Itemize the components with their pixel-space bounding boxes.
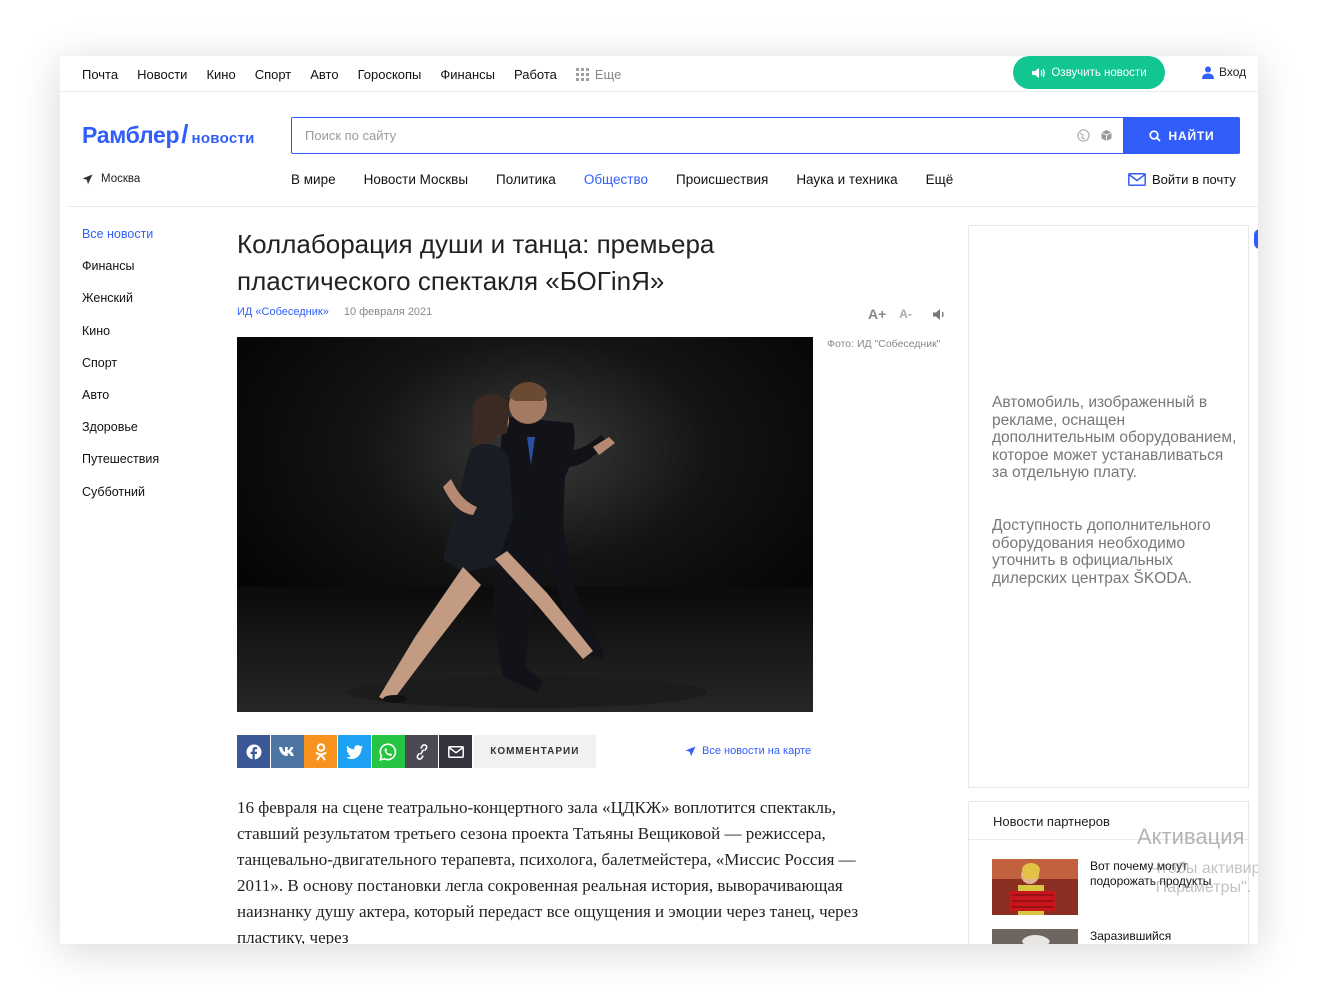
share-twitter-button[interactable] (338, 735, 372, 768)
tab-society[interactable]: Общество (584, 172, 648, 187)
keyboard-icon[interactable] (1100, 129, 1113, 142)
city-selector[interactable]: Москва (82, 173, 140, 185)
sidebar-item-health[interactable]: Здоровье (82, 420, 159, 452)
article-date: 10 февраля 2021 (343, 306, 433, 318)
watermark-line-2: Чтобы активир (1150, 860, 1258, 877)
sidebar-item-sport[interactable]: Спорт (82, 356, 159, 388)
font-decrease-button[interactable]: A- (899, 307, 912, 321)
news-map-label: Все новости на карте (702, 745, 812, 757)
header-divider (68, 206, 1258, 207)
mail-login-link[interactable]: Войти в почту (1128, 172, 1236, 187)
nav-sport[interactable]: Спорт (255, 67, 292, 82)
nav-finance[interactable]: Финансы (440, 67, 495, 82)
nav-jobs[interactable]: Работа (514, 67, 557, 82)
facebook-icon (246, 744, 261, 760)
watermark-line-3: "Параметры". (1150, 879, 1252, 896)
browser-page: Почта Новости Кино Спорт Авто Гороскопы … (60, 56, 1258, 944)
article-title: Коллаборация души и танца: премьера плас… (237, 229, 715, 296)
share-facebook-button[interactable] (237, 735, 270, 768)
voice-news-button[interactable]: Озвучить новости (1013, 56, 1165, 89)
sidebar-item-finance[interactable]: Финансы (82, 259, 159, 291)
search-bar: НАЙТИ (291, 117, 1240, 154)
tab-incidents[interactable]: Происшествия (676, 172, 768, 187)
nav-auto[interactable]: Авто (310, 67, 338, 82)
partner-news-title: Заразившийся (1090, 929, 1172, 943)
news-map-link[interactable]: Все новости на карте (685, 745, 811, 757)
tab-politics[interactable]: Политика (496, 172, 556, 187)
advertisement[interactable]: Автомобиль, изображенный в рекламе, осна… (968, 225, 1249, 788)
tab-science-tech[interactable]: Наука и техника (796, 172, 897, 187)
login-label: Вход (1219, 65, 1247, 79)
tab-more[interactable]: Ещё (926, 172, 954, 187)
sidebar-item-all-news[interactable]: Все новости (82, 227, 159, 259)
odnoklassniki-icon (315, 742, 327, 760)
share-mail-button[interactable] (439, 735, 473, 768)
more-services[interactable]: Еще (575, 66, 622, 82)
photo-credit: Фото: ИД "Собеседник" (827, 338, 941, 350)
activation-watermark-hint: Чтобы активир "Параметры". (1150, 859, 1258, 897)
login-link[interactable]: Вход (1202, 65, 1246, 79)
article-body: 16 февраля на сцене театрально-концертно… (237, 798, 859, 944)
vk-icon (279, 747, 295, 756)
sidebar: Все новости Финансы Женский Кино Спорт А… (82, 227, 159, 517)
share-vk-button[interactable] (270, 735, 304, 768)
location-arrow-icon (82, 174, 93, 184)
share-ok-button[interactable] (304, 735, 338, 768)
logo-main: Рамблер (82, 122, 180, 148)
scroll-indicator[interactable] (1254, 229, 1258, 249)
ad-disclaimer-1: Автомобиль, изображенный в рекламе, осна… (992, 394, 1237, 481)
partner-news-item[interactable]: Заразившийся (992, 929, 1240, 944)
mail-login-label: Войти в почту (1152, 172, 1236, 187)
ad-disclaimer-2: Доступность дополнительного оборудования… (992, 517, 1211, 587)
article-source[interactable]: ИД «Собеседник» (237, 306, 329, 318)
whatsapp-icon (379, 742, 397, 761)
category-nav: В мире Новости Москвы Политика Общество … (291, 172, 981, 187)
nav-cinema[interactable]: Кино (206, 67, 235, 82)
copy-link-button[interactable] (405, 735, 439, 768)
link-icon (416, 743, 428, 760)
listen-speaker-icon[interactable] (932, 308, 947, 321)
nav-horoscopes[interactable]: Гороскопы (358, 67, 422, 82)
comments-button[interactable]: КОММЕНТАРИИ (473, 735, 596, 768)
grid-icon (575, 67, 589, 81)
share-whatsapp-button[interactable] (371, 735, 405, 768)
sidebar-item-saturday[interactable]: Субботний (82, 485, 159, 517)
activation-watermark: Активация (1137, 824, 1245, 849)
search-input[interactable] (292, 118, 1067, 153)
search-button-label: НАЙТИ (1168, 128, 1215, 143)
sidebar-item-womens[interactable]: Женский (82, 291, 159, 323)
more-label: Еще (594, 66, 622, 82)
nav-mail[interactable]: Почта (82, 67, 118, 82)
twitter-icon (346, 744, 364, 759)
sidebar-item-travel[interactable]: Путешествия (82, 452, 159, 484)
search-button[interactable]: НАЙТИ (1123, 117, 1240, 154)
partner-thumbnail (992, 859, 1078, 915)
services-nav: Почта Новости Кино Спорт Авто Гороскопы … (82, 56, 621, 92)
top-bar: Почта Новости Кино Спорт Авто Гороскопы … (60, 56, 1258, 92)
sidebar-item-auto[interactable]: Авто (82, 388, 159, 420)
envelope-icon (1128, 173, 1146, 186)
partner-thumbnail (992, 929, 1078, 944)
font-increase-button[interactable]: A+ (868, 306, 886, 322)
search-icon (1148, 129, 1161, 142)
article-tools: A+ A- (868, 306, 947, 322)
nav-news[interactable]: Новости (137, 67, 187, 82)
article-meta: ИД «Собеседник» 10 февраля 2021 (237, 306, 432, 318)
rambler-news-logo[interactable]: Рамблер / новости (82, 119, 255, 150)
search-extras (1067, 118, 1123, 153)
city-name: Москва (101, 173, 141, 185)
sidebar-item-cinema[interactable]: Кино (82, 324, 159, 356)
voice-news-label: Озвучить новости (1051, 66, 1147, 79)
globe-icon[interactable] (1077, 129, 1090, 142)
user-icon (1202, 66, 1214, 79)
share-bar: КОММЕНТАРИИ (237, 735, 596, 768)
article-photo (237, 337, 813, 712)
tab-world[interactable]: В мире (291, 172, 336, 187)
location-arrow-icon (685, 746, 696, 756)
tab-moscow-news[interactable]: Новости Москвы (364, 172, 468, 187)
logo-slash: / (181, 119, 189, 149)
mail-icon (447, 745, 464, 758)
speaker-icon (1032, 67, 1046, 78)
logo-sub: новости (191, 130, 255, 147)
